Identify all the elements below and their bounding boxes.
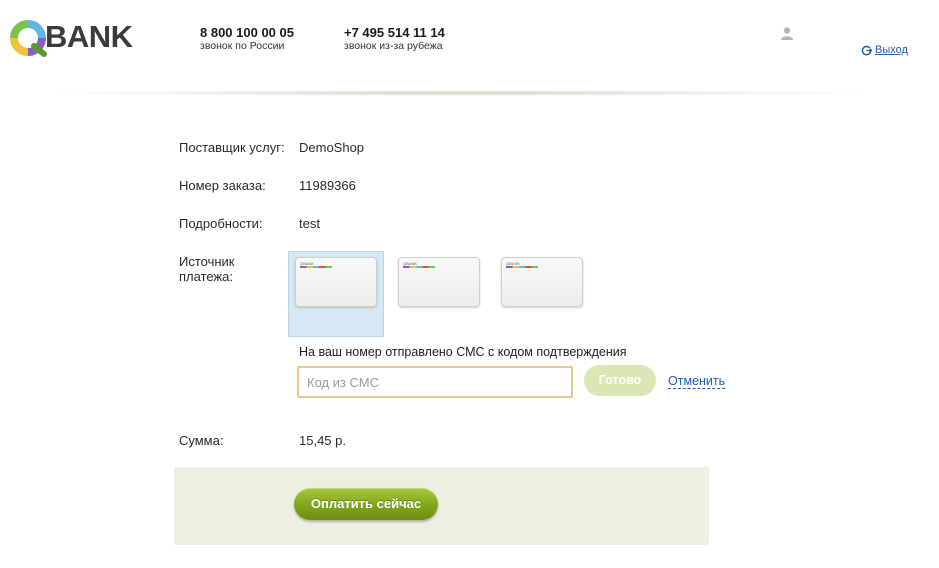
payment-card-1[interactable]: QBANK: [295, 257, 377, 307]
order-number-value: 11989366: [299, 178, 356, 193]
phone-note: звонок из-за рубежа: [344, 40, 443, 52]
card-stripe: [506, 266, 538, 268]
sms-notice: На ваш номер отправлено СМС с кодом подт…: [299, 345, 627, 359]
payment-source-label: Источник платежа:: [179, 254, 235, 284]
qbank-logo-ring-icon: [10, 20, 47, 57]
header-divider: [60, 90, 860, 96]
payment-card-2[interactable]: QBANK: [398, 257, 480, 307]
qbank-logo[interactable]: BANK: [8, 14, 148, 62]
order-number-label: Номер заказа:: [179, 178, 266, 193]
logout-link[interactable]: Выход: [861, 44, 908, 56]
card-stripe: [300, 266, 332, 268]
pay-now-button[interactable]: Оплатить сейчас: [294, 488, 438, 520]
done-button[interactable]: Готово: [584, 365, 656, 396]
details-value: test: [299, 216, 320, 231]
phone-international: +7 495 514 11 14 звонок из-за рубежа: [344, 26, 445, 53]
phone-note: звонок по России: [200, 40, 285, 52]
provider-value: DemoShop: [299, 140, 365, 155]
phone-number: 8 800 100 00 05: [200, 25, 294, 40]
logout-icon: [861, 45, 872, 55]
phone-russia: 8 800 100 00 05 звонок по России: [200, 26, 294, 53]
details-label: Подробности:: [179, 216, 263, 231]
payment-page: BANK 8 800 100 00 05 звонок по России +7…: [0, 0, 939, 568]
pay-panel: [174, 467, 709, 545]
provider-label: Поставщик услуг:: [179, 140, 285, 155]
sum-value: 15,45 р.: [299, 433, 346, 448]
sms-code-input[interactable]: [297, 366, 573, 398]
user-icon[interactable]: [780, 26, 794, 40]
cancel-link[interactable]: Отменить: [668, 374, 726, 389]
sum-label: Сумма:: [179, 433, 224, 448]
logo-text: BANK: [45, 19, 133, 54]
logout-label[interactable]: Выход: [875, 44, 908, 56]
phone-number: +7 495 514 11 14: [344, 25, 445, 40]
payment-card-3[interactable]: QBANK: [501, 257, 583, 307]
card-stripe: [403, 266, 435, 268]
